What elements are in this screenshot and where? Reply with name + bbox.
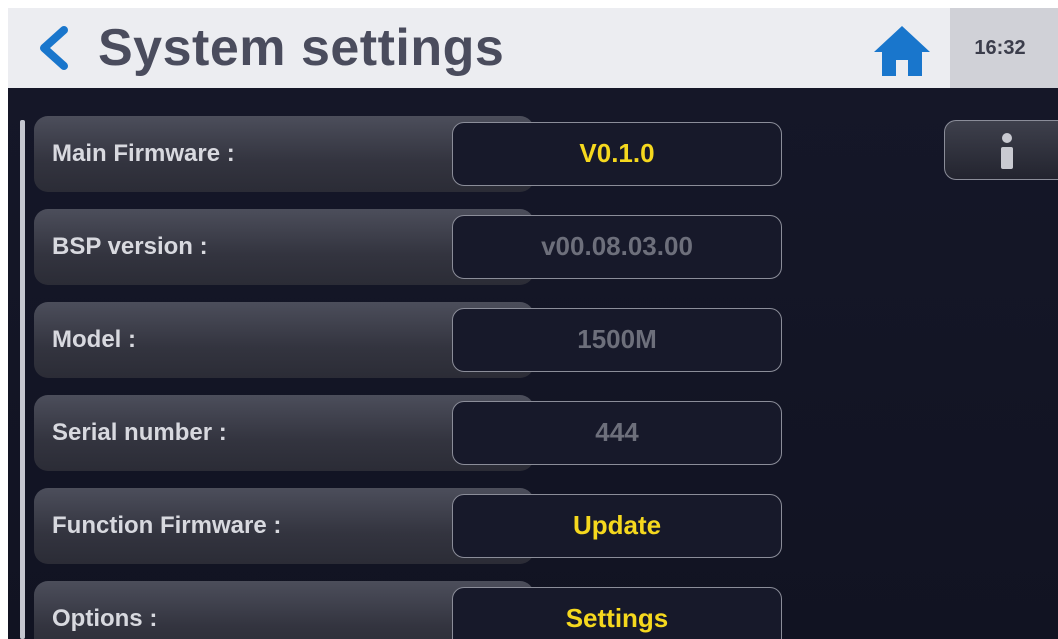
bsp-version-value: v00.08.03.00	[452, 215, 782, 279]
row-label: BSP version :	[52, 233, 208, 260]
row-label: Function Firmware :	[52, 512, 282, 539]
page-title: System settings	[98, 19, 505, 77]
chevron-left-icon[interactable]	[34, 26, 74, 70]
device-screen: System settings 16:32 Main Firmware : V0…	[8, 8, 1058, 639]
row-label: Options :	[52, 605, 158, 632]
row-label: Model :	[52, 326, 136, 353]
serial-number-value: 444	[452, 401, 782, 465]
main-firmware-value[interactable]: V0.1.0	[452, 122, 782, 186]
model-value: 1500M	[452, 308, 782, 372]
settings-panel: Main Firmware : V0.1.0 BSP version : v00…	[8, 88, 1058, 639]
info-button[interactable]	[944, 120, 1058, 180]
info-icon	[1001, 133, 1013, 169]
row-label: Serial number :	[52, 419, 227, 446]
clock-time: 16:32	[974, 37, 1026, 59]
scrollbar[interactable]	[20, 120, 25, 639]
home-icon[interactable]	[872, 24, 932, 78]
update-button[interactable]: Update	[452, 494, 782, 558]
clock-area: 16:32	[950, 8, 1058, 88]
row-label: Main Firmware :	[52, 140, 235, 167]
header-bar: System settings 16:32	[8, 8, 1058, 88]
settings-button[interactable]: Settings	[452, 587, 782, 639]
